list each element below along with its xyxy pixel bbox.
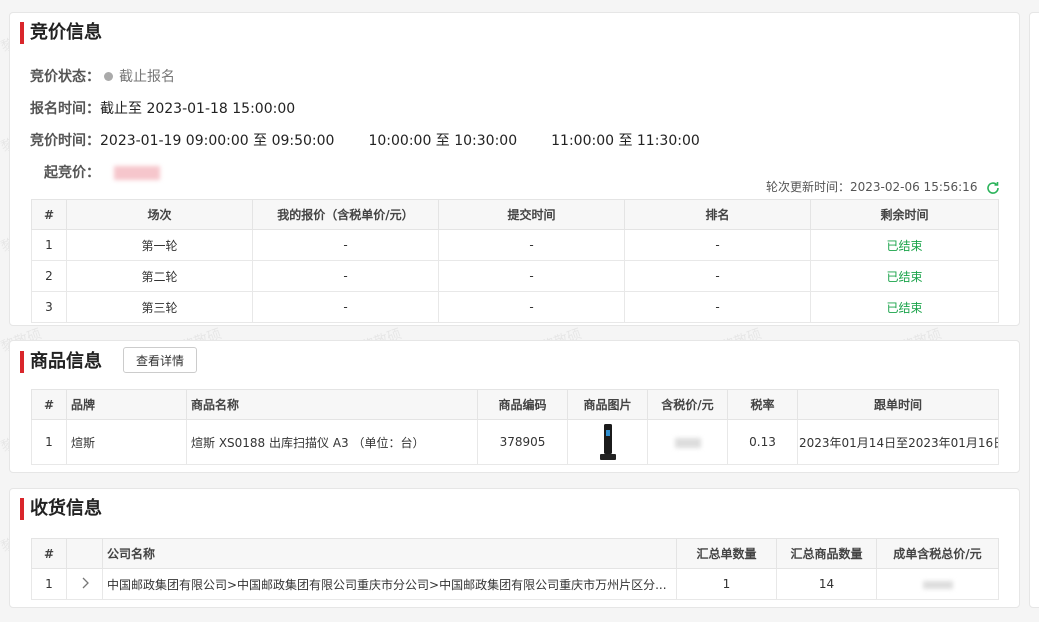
table-row: 3 第三轮 - - - 已结束 — [31, 291, 999, 323]
col-header-image: 商品图片 — [567, 389, 648, 420]
cell-rank: - — [624, 260, 811, 292]
bid-status-label: 竞价状态： — [30, 69, 100, 85]
right-side-panel — [1029, 12, 1039, 608]
col-header-total-price: 成单含税总价/元 — [876, 538, 999, 569]
col-header-submit-time: 提交时间 — [438, 199, 625, 230]
start-price-redacted — [114, 166, 160, 180]
signup-time-row: 报名时间：截止至 2023-01-18 15:00:00 — [30, 98, 295, 118]
cell-rank: - — [624, 229, 811, 261]
cell-company: 中国邮政集团有限公司>中国邮政集团有限公司重庆市分公司>中国邮政集团有限公司重庆… — [102, 568, 677, 600]
cell-my-price: - — [252, 260, 439, 292]
cell-submit-time: - — [438, 291, 625, 323]
col-header-remaining: 剩余时间 — [810, 199, 999, 230]
total-price-redacted — [922, 580, 953, 589]
table-row: 2 第二轮 - - - 已结束 — [31, 260, 999, 292]
col-header-tax-rate: 税率 — [727, 389, 798, 420]
product-info-card: 商品信息 查看详情 # 品牌 商品名称 商品编码 商品图片 含税价/元 税率 跟… — [9, 340, 1020, 473]
col-header-no: # — [31, 389, 67, 420]
cell-item-count: 14 — [776, 568, 877, 600]
cell-product-name: 煊斯 XS0188 出库扫描仪 A3 （单位：台） — [186, 419, 478, 465]
table-row: 1 第一轮 - - - 已结束 — [31, 229, 999, 261]
start-price-label: 起竞价： — [44, 165, 100, 181]
bid-time-slot-3: 11:00:00 至 11:30:00 — [551, 133, 700, 149]
cell-round: 第三轮 — [66, 291, 253, 323]
col-header-name: 商品名称 — [186, 389, 478, 420]
bid-info-title: 竞价信息 — [20, 22, 102, 44]
col-header-expand — [66, 538, 103, 569]
product-header-row: # 品牌 商品名称 商品编码 商品图片 含税价/元 税率 跟单时间 — [31, 389, 999, 420]
col-header-rank: 排名 — [624, 199, 811, 230]
cell-follow-time: 2023年01月14日至2023年01月16日 — [797, 419, 999, 465]
cell-my-price: - — [252, 291, 439, 323]
cell-image — [567, 419, 648, 465]
col-header-round: 场次 — [66, 199, 253, 230]
update-time-text: 轮次更新时间：2023-02-06 15:56:16 — [766, 180, 978, 194]
col-header-my-price: 我的报价（含税单价/元） — [252, 199, 439, 230]
cell-round: 第一轮 — [66, 229, 253, 261]
start-price-row: 起竞价： — [44, 162, 160, 182]
col-header-order-count: 汇总单数量 — [676, 538, 777, 569]
col-header-no: # — [31, 538, 67, 569]
cell-round: 第二轮 — [66, 260, 253, 292]
cell-code: 378905 — [477, 419, 568, 465]
refresh-icon[interactable] — [985, 180, 1001, 196]
product-info-title: 商品信息 — [20, 351, 102, 373]
col-header-no: # — [31, 199, 67, 230]
cell-submit-time: - — [438, 260, 625, 292]
cell-remaining: 已结束 — [810, 260, 999, 292]
shipping-table: # 公司名称 汇总单数量 汇总商品数量 成单含税总价/元 1 中国邮政集团有限公… — [31, 538, 999, 600]
shipping-header-row: # 公司名称 汇总单数量 汇总商品数量 成单含税总价/元 — [31, 538, 999, 569]
col-header-follow-time: 跟单时间 — [797, 389, 999, 420]
table-row: 1 煊斯 煊斯 XS0188 出库扫描仪 A3 （单位：台） 378905 0.… — [31, 419, 999, 465]
col-header-code: 商品编码 — [477, 389, 568, 420]
cell-submit-time: - — [438, 229, 625, 261]
bid-time-label: 竞价时间： — [30, 133, 100, 149]
product-image[interactable] — [597, 422, 619, 462]
signup-time-value: 截止至 2023-01-18 15:00:00 — [100, 101, 296, 117]
col-header-price: 含税价/元 — [647, 389, 728, 420]
cell-my-price: - — [252, 229, 439, 261]
cell-remaining: 已结束 — [810, 291, 999, 323]
price-redacted — [674, 437, 701, 448]
bid-rounds-table: # 场次 我的报价（含税单价/元） 提交时间 排名 剩余时间 1 第一轮 - -… — [31, 199, 999, 323]
cell-no: 2 — [31, 260, 67, 292]
cell-total-price — [876, 568, 999, 600]
bid-status-row: 竞价状态： 截止报名 — [30, 66, 175, 86]
col-header-brand: 品牌 — [66, 389, 187, 420]
cell-tax-rate: 0.13 — [727, 419, 798, 465]
bid-time-slot-2: 10:00:00 至 10:30:00 — [368, 133, 518, 149]
bid-time-row: 竞价时间：2023-01-19 09:00:00 至 09:50:00 10:00… — [30, 130, 700, 150]
update-time-row: 轮次更新时间：2023-02-06 15:56:16 — [766, 178, 1001, 196]
view-details-button[interactable]: 查看详情 — [123, 347, 198, 373]
col-header-company: 公司名称 — [102, 538, 677, 569]
status-dot-icon — [104, 72, 113, 81]
chevron-right-icon[interactable] — [80, 577, 90, 589]
cell-brand: 煊斯 — [66, 419, 187, 465]
bid-status-value: 截止报名 — [119, 69, 175, 85]
bid-info-card: 竞价信息 竞价状态： 截止报名 报名时间：截止至 2023-01-18 15:00… — [9, 12, 1020, 326]
table-row: 1 中国邮政集团有限公司>中国邮政集团有限公司重庆市分公司>中国邮政集团有限公司… — [31, 568, 999, 600]
expand-row-toggle[interactable] — [66, 568, 103, 600]
cell-no: 1 — [31, 568, 67, 600]
cell-no: 1 — [31, 419, 67, 465]
product-table: # 品牌 商品名称 商品编码 商品图片 含税价/元 税率 跟单时间 1 煊斯 煊… — [31, 389, 999, 465]
shipping-info-title: 收货信息 — [20, 498, 102, 520]
col-header-item-count: 汇总商品数量 — [776, 538, 877, 569]
cell-order-count: 1 — [676, 568, 777, 600]
bid-rounds-header-row: # 场次 我的报价（含税单价/元） 提交时间 排名 剩余时间 — [31, 199, 999, 230]
shipping-info-card: 收货信息 # 公司名称 汇总单数量 汇总商品数量 成单含税总价/元 1 中国邮政… — [9, 488, 1020, 608]
cell-no: 1 — [31, 229, 67, 261]
cell-no: 3 — [31, 291, 67, 323]
signup-time-label: 报名时间： — [30, 101, 100, 117]
bid-time-slot-1: 2023-01-19 09:00:00 至 09:50:00 — [100, 133, 335, 149]
cell-remaining: 已结束 — [810, 229, 999, 261]
cell-rank: - — [624, 291, 811, 323]
cell-price — [647, 419, 728, 465]
